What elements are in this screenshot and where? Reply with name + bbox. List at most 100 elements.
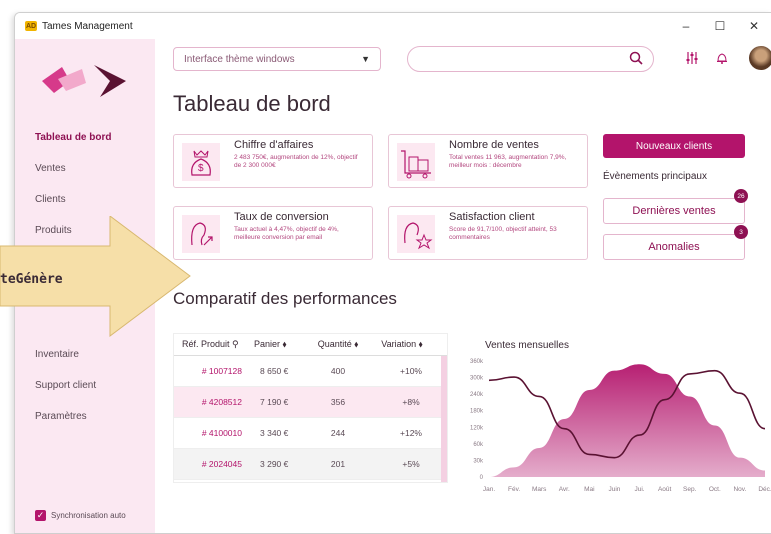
card-title: Chiffre d'affaires: [234, 139, 314, 151]
y-tick-label: 30k: [473, 458, 484, 464]
card-satisfaction[interactable]: Satisfaction client Score de 91,7/100, o…: [388, 206, 588, 260]
card-title: Nombre de ventes: [449, 139, 539, 151]
table-cell: # 4208512: [201, 397, 242, 407]
svg-text:$: $: [198, 163, 204, 174]
last-sales-button[interactable]: Dernières ventes: [603, 198, 745, 224]
col-header-qty[interactable]: Quantité ⬧: [306, 339, 370, 350]
events-title: Évènements principaux: [603, 171, 707, 182]
card-sales-count[interactable]: Nombre de ventes Total ventes 11 963, au…: [388, 134, 588, 188]
card-desc: 2 483 750€, augmentation de 12%, objecti…: [234, 154, 358, 169]
x-tick-label: Avr.: [559, 486, 570, 493]
search-input[interactable]: [407, 46, 654, 72]
bell-icon[interactable]: [715, 51, 729, 65]
sync-label: Synchronisation auto: [51, 511, 126, 520]
table-cell: 201: [330, 459, 346, 469]
sort-icon[interactable]: ⬧: [283, 339, 287, 349]
card-desc: Total ventes 11 963, augmentation 7,9%, …: [449, 154, 567, 169]
table-cell: +5%: [402, 459, 420, 469]
y-tick-label: 180k: [470, 409, 484, 415]
boxes-cart-icon: [397, 143, 435, 181]
x-tick-label: Déc.: [758, 486, 771, 493]
theme-select-value: Interface thème windows: [184, 53, 295, 65]
card-desc: Taux actuel à 4,47%, objectif de 4%, mei…: [234, 226, 339, 241]
money-bag-icon: $: [182, 143, 220, 181]
table-cell: 356: [330, 397, 346, 407]
table-cell: 3 340 €: [260, 428, 289, 438]
search-icon[interactable]: ⚲: [232, 339, 239, 349]
user-star-icon: [397, 215, 435, 253]
anomalies-badge: 3: [734, 225, 748, 239]
x-tick-label: Fév.: [508, 486, 520, 493]
table-cell: 8 650 €: [260, 366, 289, 376]
col-header-cart[interactable]: Panier ⬧: [254, 339, 306, 350]
x-tick-label: Mars: [532, 486, 547, 493]
minimize-button[interactable]: –: [669, 19, 703, 33]
table-header: Réf. Produit ⚲ Panier ⬧ Quantité ⬧ Varia…: [174, 334, 447, 356]
x-tick-label: Jan.: [483, 486, 495, 493]
search-icon[interactable]: [629, 51, 643, 65]
x-tick-label: Juin: [608, 486, 620, 493]
sidebar-item[interactable]: Inventaire: [35, 348, 145, 379]
table-row[interactable]: # 1007128 8 650 € 400 +10%: [174, 356, 447, 387]
x-tick-label: Mai: [584, 486, 594, 493]
close-button[interactable]: ✕: [737, 19, 771, 33]
page-title: Tableau de bord: [173, 91, 331, 116]
x-tick-label: Jui.: [634, 486, 644, 493]
table-cell: 3 290 €: [260, 459, 289, 469]
x-tick-label: Août: [658, 486, 672, 493]
section-title: Comparatif des performances: [173, 289, 397, 308]
table-scrollbar[interactable]: [441, 356, 447, 482]
sort-icon[interactable]: ⬧: [354, 339, 358, 349]
filter-sliders-icon[interactable]: [685, 51, 699, 65]
title-bar: AD Tames Management – ☐ ✕: [15, 13, 771, 39]
monthly-sales-chart: 0 30k 60k 120k 180k 240k 300k 360k Jan. Fév. Mars A…: [470, 359, 771, 493]
x-tick-label: Oct.: [709, 486, 721, 493]
window-title: Tames Management: [42, 20, 133, 32]
table-cell: 7 190 €: [260, 397, 289, 407]
table-cell: +10%: [400, 366, 422, 376]
card-title: Taux de conversion: [234, 211, 329, 223]
card-conversion[interactable]: Taux de conversion Taux actuel à 4,47%, …: [173, 206, 373, 260]
sync-toggle[interactable]: ✓ Synchronisation auto: [35, 510, 126, 521]
y-tick-label: 60k: [473, 442, 484, 448]
chevron-down-icon: ▼: [361, 54, 370, 64]
callout-label: teGénère: [0, 272, 63, 287]
y-tick-label: 120k: [470, 425, 484, 431]
theme-select[interactable]: Interface thème windows ▼: [173, 47, 381, 71]
table-cell: +12%: [400, 428, 422, 438]
x-tick-label: Sep.: [683, 486, 697, 493]
col-header-variation[interactable]: Variation ⬧: [370, 339, 434, 350]
y-tick-label: 300k: [470, 376, 484, 382]
maximize-button[interactable]: ☐: [703, 19, 737, 33]
app-icon: AD: [25, 21, 37, 31]
table-cell: # 4100010: [201, 428, 242, 438]
sidebar-item[interactable]: Ventes: [35, 162, 145, 193]
table-row[interactable]: # 2024045 3 290 € 201 +5%: [174, 449, 447, 480]
avatar[interactable]: [749, 46, 771, 70]
chart-title: Ventes mensuelles: [485, 340, 569, 351]
card-revenue[interactable]: $ Chiffre d'affaires 2 483 750€, augment…: [173, 134, 373, 188]
new-clients-button[interactable]: Nouveaux clients: [603, 134, 745, 158]
y-tick-label: 0: [480, 475, 484, 481]
sidebar-item[interactable]: Support client: [35, 379, 145, 410]
table-cell: 400: [330, 366, 346, 376]
table-row[interactable]: # 4100010 3 340 € 244 +12%: [174, 418, 447, 449]
sync-checkbox[interactable]: ✓: [35, 510, 46, 521]
table-cell: +8%: [402, 397, 420, 407]
performance-table: Réf. Produit ⚲ Panier ⬧ Quantité ⬧ Varia…: [173, 333, 448, 483]
card-title: Satisfaction client: [449, 211, 535, 223]
sort-icon[interactable]: ⬧: [419, 339, 423, 349]
card-desc: Score de 91,7/100, objectif atteint, 53 …: [449, 226, 557, 241]
y-tick-label: 360k: [470, 359, 484, 365]
series-area: [489, 364, 765, 477]
table-cell: # 1007128: [201, 366, 242, 376]
table-row[interactable]: # 4208512 7 190 € 356 +8%: [174, 387, 447, 418]
y-tick-label: 240k: [470, 392, 484, 398]
x-tick-label: Nov.: [733, 486, 746, 493]
sidebar-item[interactable]: Paramètres: [35, 410, 145, 441]
anomalies-button[interactable]: Anomalies: [603, 234, 745, 260]
table-cell: 244: [330, 428, 346, 438]
sidebar-item[interactable]: Tableau de bord: [35, 131, 145, 162]
brand-logo: [42, 65, 126, 97]
last-sales-badge: 26: [734, 189, 748, 203]
